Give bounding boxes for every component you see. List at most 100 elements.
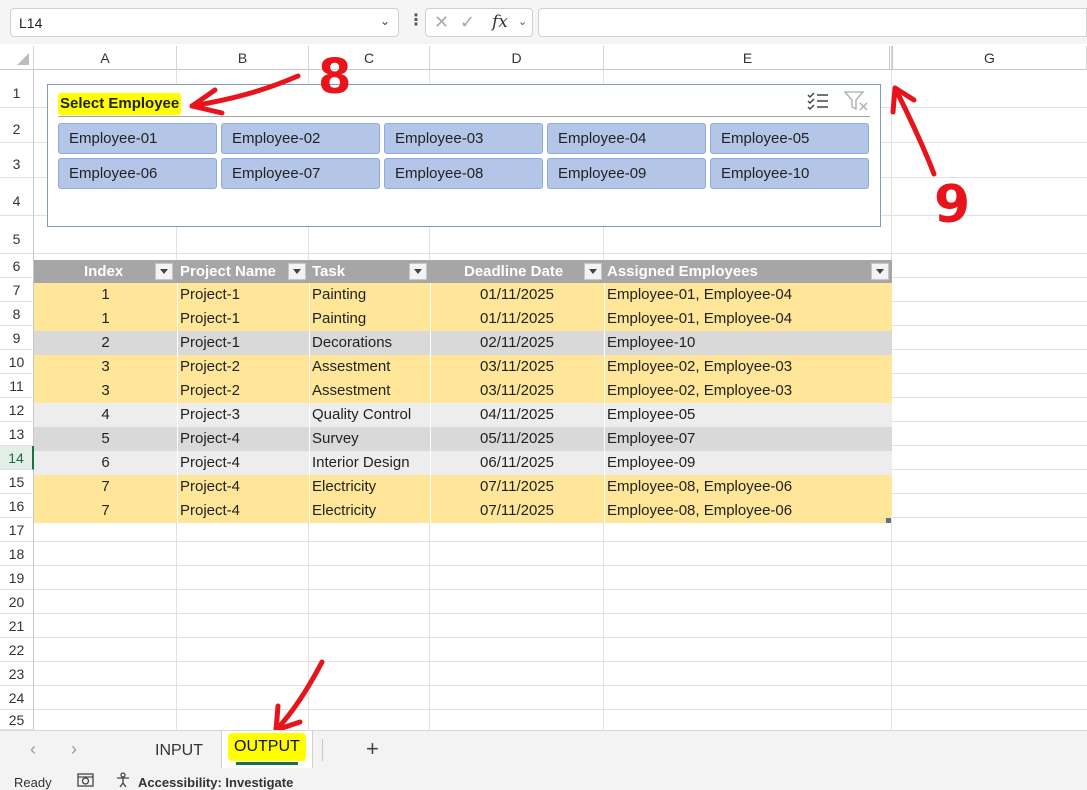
cell-deadline-date[interactable]: 06/11/2025 bbox=[430, 451, 604, 475]
cell-project-name[interactable]: Project-3 bbox=[180, 403, 309, 427]
row-header[interactable]: 6 bbox=[0, 254, 34, 278]
slicer-item-employee[interactable]: Employee-05 bbox=[710, 123, 869, 154]
table-row[interactable]: 1 Project-1 Painting 01/11/2025 Employee-01,… bbox=[34, 307, 892, 331]
cell-assigned-employees[interactable]: Employee-02, Employee-03 bbox=[607, 355, 892, 379]
cell-deadline-date[interactable]: 07/11/2025 bbox=[430, 475, 604, 499]
column-header[interactable]: D bbox=[430, 46, 604, 70]
cell-assigned-employees[interactable]: Employee-08, Employee-06 bbox=[607, 499, 892, 523]
row-header[interactable]: 2 bbox=[0, 108, 34, 143]
enter-check-icon[interactable]: ✓ bbox=[460, 12, 475, 33]
row-header[interactable]: 15 bbox=[0, 470, 34, 494]
cell-project-name[interactable]: Project-4 bbox=[180, 475, 309, 499]
cell-task[interactable]: Assestment bbox=[312, 355, 430, 379]
cell-assigned-employees[interactable]: Employee-01, Employee-04 bbox=[607, 283, 892, 307]
cell-assigned-employees[interactable]: Employee-05 bbox=[607, 403, 892, 427]
row-header[interactable]: 20 bbox=[0, 590, 34, 614]
cell-assigned-employees[interactable]: Employee-08, Employee-06 bbox=[607, 475, 892, 499]
cell-project-name[interactable]: Project-2 bbox=[180, 379, 309, 403]
cell-task[interactable]: Assestment bbox=[312, 379, 430, 403]
slicer-item-employee[interactable]: Employee-02 bbox=[221, 123, 380, 154]
cell-assigned-employees[interactable]: Employee-10 bbox=[607, 331, 892, 355]
row-header[interactable]: 16 bbox=[0, 494, 34, 518]
row-header[interactable]: 21 bbox=[0, 614, 34, 638]
sheet-tab-input[interactable]: INPUT bbox=[142, 739, 216, 765]
select-all-corner[interactable] bbox=[0, 46, 34, 70]
slicer-item-employee[interactable]: Employee-09 bbox=[547, 158, 706, 189]
cell-project-name[interactable]: Project-1 bbox=[180, 331, 309, 355]
filter-dropdown-icon[interactable] bbox=[155, 263, 173, 280]
row-header[interactable]: 11 bbox=[0, 374, 34, 398]
row-header[interactable]: 9 bbox=[0, 326, 34, 350]
cell-index[interactable]: 3 bbox=[34, 379, 177, 403]
row-header[interactable]: 23 bbox=[0, 662, 34, 686]
filter-dropdown-icon[interactable] bbox=[871, 263, 889, 280]
cell-project-name[interactable]: Project-4 bbox=[180, 451, 309, 475]
cell-task[interactable]: Interior Design bbox=[312, 451, 430, 475]
row-header[interactable]: 19 bbox=[0, 566, 34, 590]
cell-index[interactable]: 6 bbox=[34, 451, 177, 475]
chevron-down-icon[interactable]: ⌄ bbox=[380, 14, 390, 28]
row-header[interactable]: 17 bbox=[0, 518, 34, 542]
cell-task[interactable]: Survey bbox=[312, 427, 430, 451]
column-header[interactable]: E bbox=[604, 46, 892, 70]
column-header[interactable]: A bbox=[34, 46, 177, 70]
cell-index[interactable]: 1 bbox=[34, 307, 177, 331]
cell-deadline-date[interactable]: 05/11/2025 bbox=[430, 427, 604, 451]
table-row[interactable]: 2 Project-1 Decorations 02/11/2025 Employee-… bbox=[34, 331, 892, 355]
cell-index[interactable]: 5 bbox=[34, 427, 177, 451]
cell-assigned-employees[interactable]: Employee-01, Employee-04 bbox=[607, 307, 892, 331]
cancel-icon[interactable]: ✕ bbox=[434, 12, 449, 33]
table-row[interactable]: 4 Project-3 Quality Control 04/11/2025 Emplo… bbox=[34, 403, 892, 427]
insert-function-icon[interactable]: fx bbox=[492, 12, 508, 32]
cell-deadline-date[interactable]: 04/11/2025 bbox=[430, 403, 604, 427]
cell-task[interactable]: Electricity bbox=[312, 475, 430, 499]
row-header[interactable]: 25 bbox=[0, 710, 34, 730]
table-row[interactable]: 3 Project-2 Assestment 03/11/2025 Employee-0… bbox=[34, 355, 892, 379]
row-header[interactable]: 22 bbox=[0, 638, 34, 662]
row-header[interactable]: 10 bbox=[0, 350, 34, 374]
slicer-item-employee[interactable]: Employee-08 bbox=[384, 158, 543, 189]
cell-deadline-date[interactable]: 01/11/2025 bbox=[430, 283, 604, 307]
cell-project-name[interactable]: Project-1 bbox=[180, 283, 309, 307]
cell-deadline-date[interactable]: 03/11/2025 bbox=[430, 379, 604, 403]
chevron-left-icon[interactable]: ‹ bbox=[30, 739, 36, 760]
slicer-item-employee[interactable]: Employee-01 bbox=[58, 123, 217, 154]
filter-dropdown-icon[interactable] bbox=[409, 263, 427, 280]
filter-dropdown-icon[interactable] bbox=[288, 263, 306, 280]
slicer-item-employee[interactable]: Employee-07 bbox=[221, 158, 380, 189]
cell-task[interactable]: Electricity bbox=[312, 499, 430, 523]
row-header[interactable]: 14 bbox=[0, 446, 34, 470]
table-row[interactable]: 6 Project-4 Interior Design 06/11/2025 Emplo… bbox=[34, 451, 892, 475]
table-row[interactable]: 3 Project-2 Assestment 03/11/2025 Employee-0… bbox=[34, 379, 892, 403]
sheet-tab-output[interactable]: OUTPUT bbox=[221, 731, 313, 768]
name-box[interactable]: L14 ⌄ bbox=[10, 8, 399, 37]
column-header[interactable]: B bbox=[177, 46, 309, 70]
filter-dropdown-icon[interactable] bbox=[584, 263, 602, 280]
cell-index[interactable]: 7 bbox=[34, 499, 177, 523]
cell-assigned-employees[interactable]: Employee-07 bbox=[607, 427, 892, 451]
multi-select-icon[interactable] bbox=[806, 90, 830, 112]
cell-deadline-date[interactable]: 01/11/2025 bbox=[430, 307, 604, 331]
chevron-right-icon[interactable]: › bbox=[71, 739, 77, 760]
row-header[interactable]: 24 bbox=[0, 686, 34, 710]
row-header[interactable]: 4 bbox=[0, 178, 34, 216]
cell-assigned-employees[interactable]: Employee-02, Employee-03 bbox=[607, 379, 892, 403]
table-row[interactable]: 1 Project-1 Painting 01/11/2025 Employee-01,… bbox=[34, 283, 892, 307]
row-header[interactable]: 3 bbox=[0, 143, 34, 178]
macro-recording-icon[interactable] bbox=[77, 773, 94, 787]
cell-index[interactable]: 2 bbox=[34, 331, 177, 355]
row-header[interactable]: 1 bbox=[0, 70, 34, 108]
cell-deadline-date[interactable]: 03/11/2025 bbox=[430, 355, 604, 379]
cell-project-name[interactable]: Project-4 bbox=[180, 499, 309, 523]
row-header[interactable]: 12 bbox=[0, 398, 34, 422]
cell-index[interactable]: 7 bbox=[34, 475, 177, 499]
table-row[interactable]: 7 Project-4 Electricity 07/11/2025 Employee-… bbox=[34, 499, 892, 523]
cell-index[interactable]: 3 bbox=[34, 355, 177, 379]
cell-deadline-date[interactable]: 07/11/2025 bbox=[430, 499, 604, 523]
slicer-item-employee[interactable]: Employee-04 bbox=[547, 123, 706, 154]
cell-project-name[interactable]: Project-2 bbox=[180, 355, 309, 379]
hidden-column-separator[interactable] bbox=[889, 46, 893, 70]
table-row[interactable]: 7 Project-4 Electricity 07/11/2025 Employee-… bbox=[34, 475, 892, 499]
cell-index[interactable]: 1 bbox=[34, 283, 177, 307]
row-header[interactable]: 18 bbox=[0, 542, 34, 566]
